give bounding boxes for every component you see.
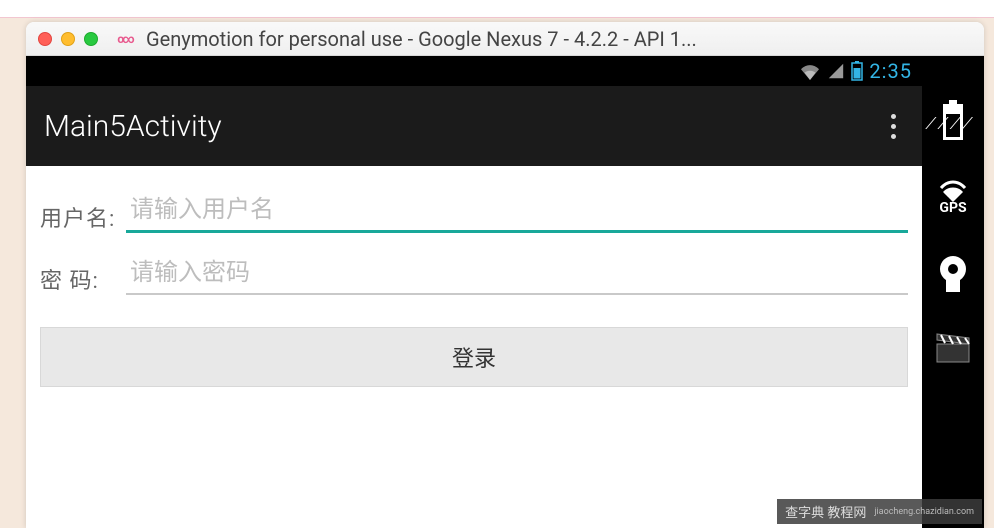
minimize-button[interactable] — [61, 32, 75, 46]
wifi-icon — [799, 62, 821, 80]
actionbar-title: Main5Activity — [44, 109, 222, 144]
statusbar-time: 2:35 — [869, 59, 912, 83]
emulator-sidebar: ⟋⟋⟋⟋ GPS — [922, 56, 984, 528]
traffic-lights — [38, 32, 98, 46]
device-screen: 2:35 Main5Activity 用户名: 密 码: — [26, 56, 922, 528]
battery-icon — [851, 61, 863, 81]
form-content: 用户名: 密 码: 登录 — [26, 166, 922, 528]
gps-label: GPS — [939, 200, 966, 216]
password-input[interactable] — [126, 257, 908, 295]
login-button[interactable]: 登录 — [40, 327, 908, 387]
username-label: 用户名: — [40, 201, 120, 233]
watermark-text: 查字典 教程网 — [785, 502, 866, 521]
android-statusbar: 2:35 — [26, 56, 922, 86]
sidebar-camera-icon[interactable] — [936, 254, 970, 294]
close-button[interactable] — [38, 32, 52, 46]
zoom-button[interactable] — [84, 32, 98, 46]
username-row: 用户名: — [40, 194, 908, 233]
sidebar-clapper-icon[interactable] — [935, 332, 971, 364]
sidebar-gps-icon[interactable]: GPS — [938, 180, 968, 216]
diagnostic-icon: ⟋⟋⟋⟋ — [925, 114, 974, 134]
android-actionbar: Main5Activity — [26, 86, 922, 166]
password-label: 密 码: — [40, 263, 120, 295]
genymotion-icon: o∞ — [114, 31, 136, 47]
password-row: 密 码: — [40, 257, 908, 295]
watermark-url: jiaocheng.chazidian.com — [874, 507, 974, 517]
signal-icon — [827, 62, 845, 80]
emulator-window: o∞ Genymotion for personal use - Google … — [26, 22, 984, 528]
username-input[interactable] — [126, 194, 908, 233]
overflow-menu-icon[interactable] — [883, 106, 904, 147]
watermark: 查字典 教程网 jiaocheng.chazidian.com — [777, 499, 982, 524]
page-header — [0, 0, 994, 18]
window-title: Genymotion for personal use - Google Nex… — [146, 27, 697, 51]
device-frame: 2:35 Main5Activity 用户名: 密 码: — [26, 56, 984, 528]
window-titlebar: o∞ Genymotion for personal use - Google … — [26, 22, 984, 56]
